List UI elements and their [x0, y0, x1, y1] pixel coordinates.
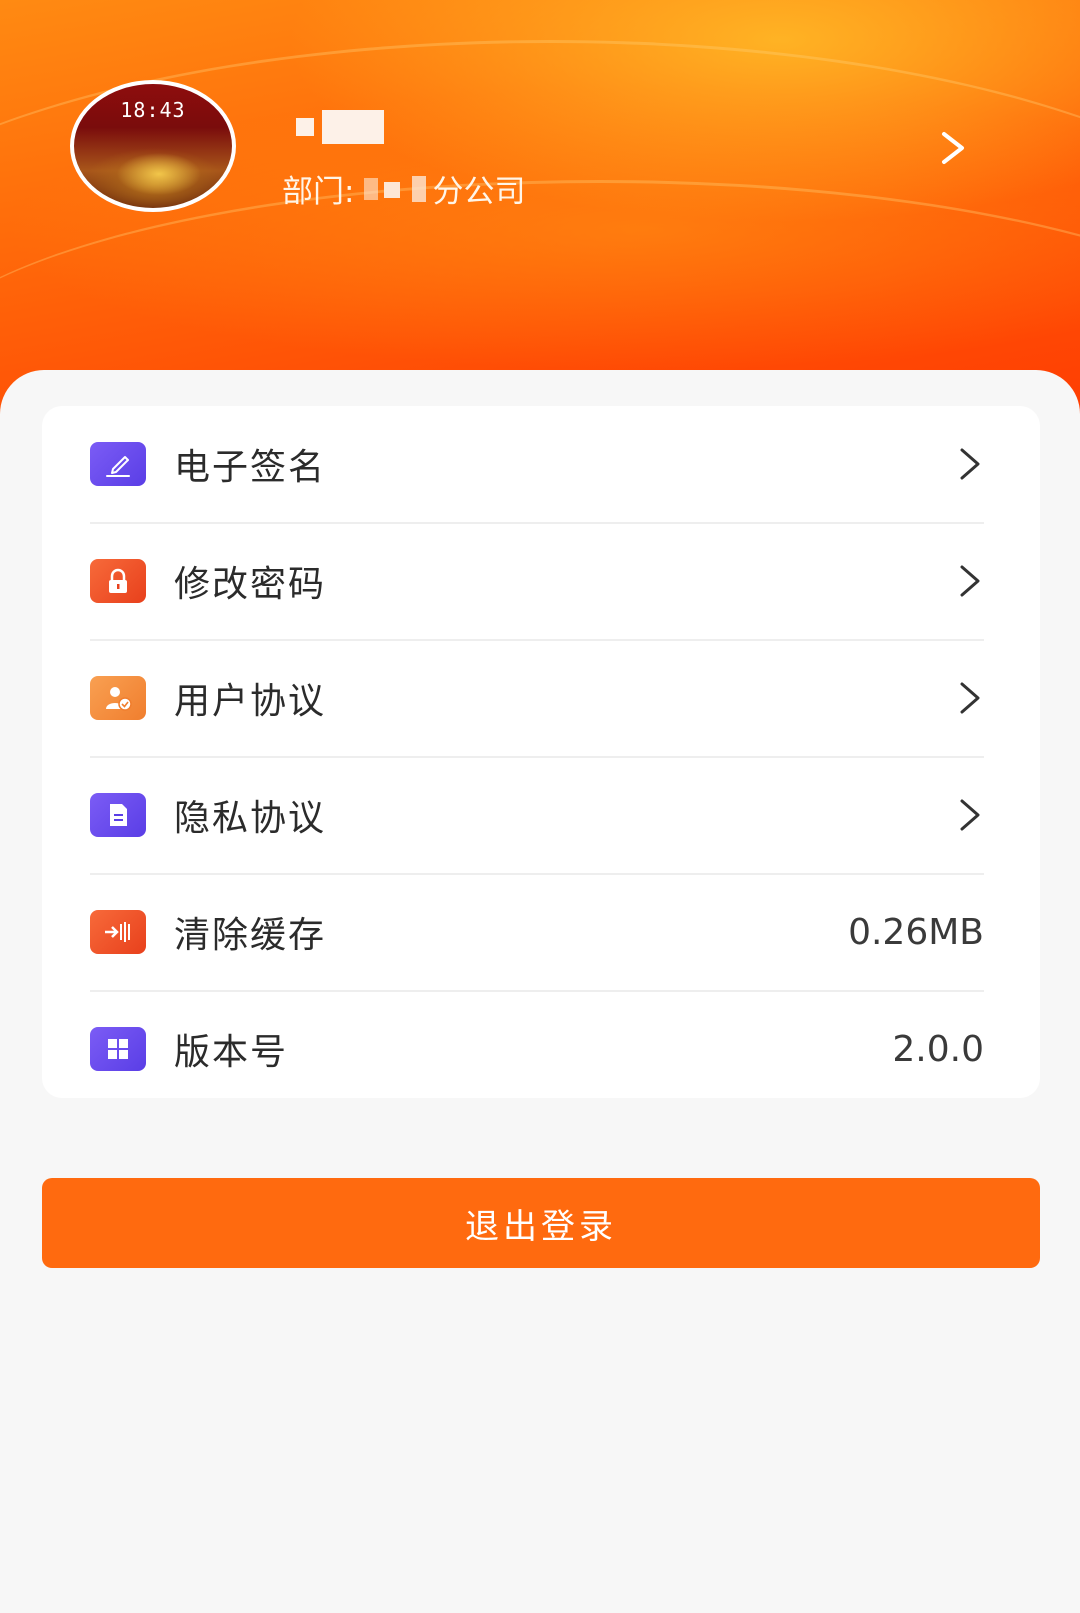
- department-line: 部门: 分公司: [282, 168, 526, 210]
- menu-item-label: 清除缓存: [174, 915, 327, 956]
- cache-size-value: 0.26MB: [848, 911, 984, 953]
- signature-icon: [90, 442, 146, 486]
- grid-icon: [90, 1027, 146, 1071]
- version-value: 2.0.0: [892, 1028, 984, 1070]
- logout-button[interactable]: 退出登录: [42, 1178, 1040, 1268]
- chevron-right-icon: [956, 446, 984, 482]
- menu-item-change-password[interactable]: 修改密码: [90, 523, 984, 639]
- profile-chevron-right-icon[interactable]: [938, 128, 968, 168]
- user-agreement-icon: [90, 676, 146, 720]
- lock-icon: [90, 559, 146, 603]
- department-suffix: 分公司: [432, 173, 526, 210]
- menu-item-user-agreement[interactable]: 用户协议: [90, 640, 984, 756]
- document-icon: [90, 793, 146, 837]
- avatar[interactable]: 18:43: [70, 80, 236, 212]
- menu-item-version: 版本号 2.0.0: [90, 991, 984, 1107]
- menu-item-label: 用户协议: [174, 681, 327, 722]
- menu-item-clear-cache[interactable]: 清除缓存 0.26MB: [90, 874, 984, 990]
- clear-cache-icon: [90, 910, 146, 954]
- menu-item-label: 修改密码: [174, 564, 327, 605]
- user-name-redacted: [296, 110, 396, 144]
- menu-item-label: 隐私协议: [174, 798, 327, 839]
- chevron-right-icon: [956, 563, 984, 599]
- chevron-right-icon: [956, 797, 984, 833]
- avatar-time: 18:43: [120, 98, 186, 122]
- settings-menu: 电子签名 修改密码 用户协议 隐私协议 清除缓存 0.26MB 版本号 2.0.…: [42, 406, 1040, 1098]
- menu-item-privacy-agreement[interactable]: 隐私协议: [90, 757, 984, 873]
- menu-item-electronic-signature[interactable]: 电子签名: [90, 406, 984, 522]
- department-redacted: [354, 174, 432, 202]
- chevron-right-icon: [956, 680, 984, 716]
- department-prefix: 部门:: [282, 173, 355, 210]
- menu-item-label: 版本号: [174, 1032, 289, 1073]
- menu-item-label: 电子签名: [174, 447, 327, 488]
